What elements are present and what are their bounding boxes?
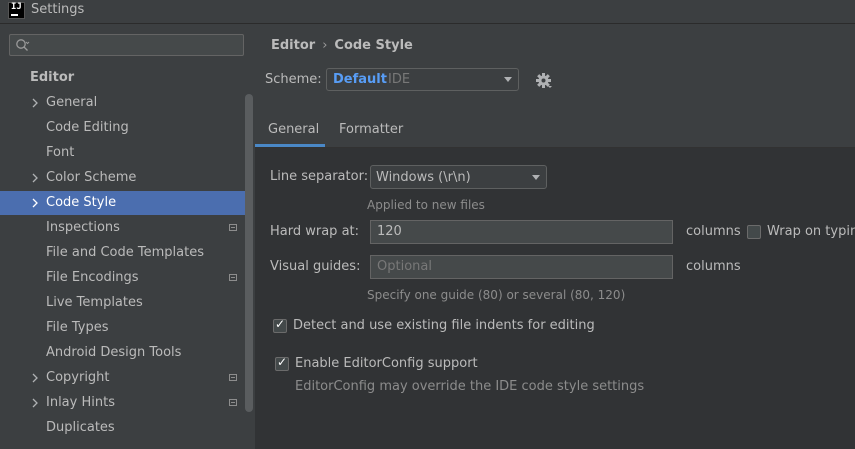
scheme-type: IDE (388, 72, 411, 87)
sidebar-item-duplicates[interactable]: Duplicates (0, 416, 253, 440)
sidebar-item-label: Copyright (46, 370, 110, 385)
gear-icon[interactable] (535, 72, 553, 90)
sidebar-item-inspections[interactable]: Inspections (0, 216, 253, 240)
visual-guides-label: Visual guides: (270, 259, 361, 274)
breadcrumb-current: Code Style (334, 38, 413, 53)
settings-main-panel: Editor › Code Style Scheme: Default IDE Ge… (255, 24, 855, 449)
sidebar-item-general[interactable]: General (0, 91, 253, 115)
editorconfig-hint: EditorConfig may override the IDE code s… (295, 379, 645, 394)
sidebar-scrollbar[interactable] (245, 94, 253, 412)
scheme-label: Scheme: (265, 72, 322, 87)
chevron-down-icon (504, 77, 512, 82)
active-tab-indicator (255, 144, 325, 147)
sidebar-item-label: Inlay Hints (46, 395, 115, 410)
chevron-down-icon (532, 175, 540, 180)
sidebar-item-label: General (46, 95, 98, 110)
check-icon: ✓ (277, 355, 288, 369)
visual-guides-input[interactable]: Optional (370, 255, 673, 279)
sidebar-item-live-templates[interactable]: Live Templates (0, 291, 253, 315)
detect-indents-checkbox[interactable]: ✓ (273, 317, 287, 333)
sidebar-item-label: Code Style (46, 195, 117, 210)
sidebar-item-copyright[interactable]: Copyright (0, 366, 253, 390)
sidebar-item-inlay-hints[interactable]: Inlay Hints (0, 391, 253, 415)
sidebar-item-label: Inspections (46, 220, 120, 235)
tab-bar: General Formatter (255, 113, 855, 148)
sidebar-item-color-scheme[interactable]: Color Scheme (0, 166, 253, 190)
chevron-right-icon[interactable] (30, 397, 40, 409)
chevron-right-icon[interactable] (30, 172, 40, 184)
project-level-icon (229, 224, 237, 231)
project-level-icon (229, 374, 237, 381)
sidebar-item-label: File Encodings (46, 270, 139, 285)
sidebar-item-label: Duplicates (46, 420, 115, 435)
visual-guides-unit: columns (686, 259, 741, 274)
sidebar-item-file-and-code-templates[interactable]: File and Code Templates (0, 241, 253, 265)
sidebar-item-label: File and Code Templates (46, 245, 204, 260)
scheme-dropdown[interactable]: Default IDE (326, 68, 519, 91)
scheme-name: Default (333, 72, 387, 87)
wrap-on-typing-checkbox[interactable] (747, 225, 761, 239)
sidebar-section-editor[interactable]: Editor (30, 70, 74, 85)
hard-wrap-input[interactable]: 120 (370, 220, 673, 244)
sidebar-item-label: Color Scheme (46, 170, 137, 185)
settings-search-input[interactable] (9, 34, 244, 56)
sidebar-item-label: Font (46, 145, 75, 160)
sidebar-item-file-encodings[interactable]: File Encodings (0, 266, 253, 290)
window-title: Settings (31, 2, 85, 17)
hard-wrap-unit: columns (686, 224, 741, 239)
sidebar-item-font[interactable]: Font (0, 141, 253, 165)
settings-sidebar: Editor General Code Editing Font Color S… (0, 24, 256, 449)
line-separator-dropdown[interactable]: Windows (\r\n) (370, 165, 547, 189)
app-logo-icon: IJ (8, 2, 25, 19)
general-tab-content: Line separator: Windows (\r\n) Applied t… (255, 148, 855, 449)
chevron-right-icon[interactable] (30, 197, 40, 209)
breadcrumb-parent[interactable]: Editor (271, 38, 315, 53)
line-separator-label: Line separator: (270, 169, 369, 184)
sidebar-item-code-style[interactable]: Code Style (0, 191, 253, 215)
tab-formatter[interactable]: Formatter (339, 122, 403, 137)
chevron-right-icon[interactable] (30, 372, 40, 384)
sidebar-item-label: File Types (46, 320, 109, 335)
wrap-on-typing-label[interactable]: Wrap on typing (767, 224, 855, 239)
line-separator-hint: Applied to new files (367, 198, 485, 212)
sidebar-item-label: Code Editing (46, 120, 129, 135)
breadcrumb: Editor › Code Style (271, 38, 413, 53)
project-level-icon (229, 399, 237, 406)
search-icon (16, 39, 30, 51)
sidebar-item-android-design-tools[interactable]: Android Design Tools (0, 341, 253, 365)
detect-indents-label[interactable]: Detect and use existing file indents for… (293, 318, 595, 333)
line-separator-value: Windows (\r\n) (376, 170, 471, 185)
visual-guides-placeholder: Optional (377, 259, 432, 274)
chevron-right-icon[interactable] (30, 97, 40, 109)
editorconfig-label[interactable]: Enable EditorConfig support (295, 356, 478, 371)
window-title-bar: IJ Settings (0, 0, 855, 24)
check-icon: ✓ (275, 317, 286, 331)
sidebar-item-label: Live Templates (46, 295, 143, 310)
app-logo-text: IJ (11, 2, 22, 12)
tab-general[interactable]: General (268, 122, 319, 137)
visual-guides-hint: Specify one guide (80) or several (80, 1… (367, 288, 626, 302)
sidebar-item-code-editing[interactable]: Code Editing (0, 116, 253, 140)
sidebar-item-label: Android Design Tools (46, 345, 182, 360)
editorconfig-checkbox[interactable]: ✓ (275, 355, 289, 371)
breadcrumb-separator: › (322, 38, 328, 53)
sidebar-item-file-types[interactable]: File Types (0, 316, 253, 340)
hard-wrap-label: Hard wrap at: (270, 224, 360, 239)
hard-wrap-value: 120 (377, 224, 402, 239)
project-level-icon (229, 274, 237, 281)
